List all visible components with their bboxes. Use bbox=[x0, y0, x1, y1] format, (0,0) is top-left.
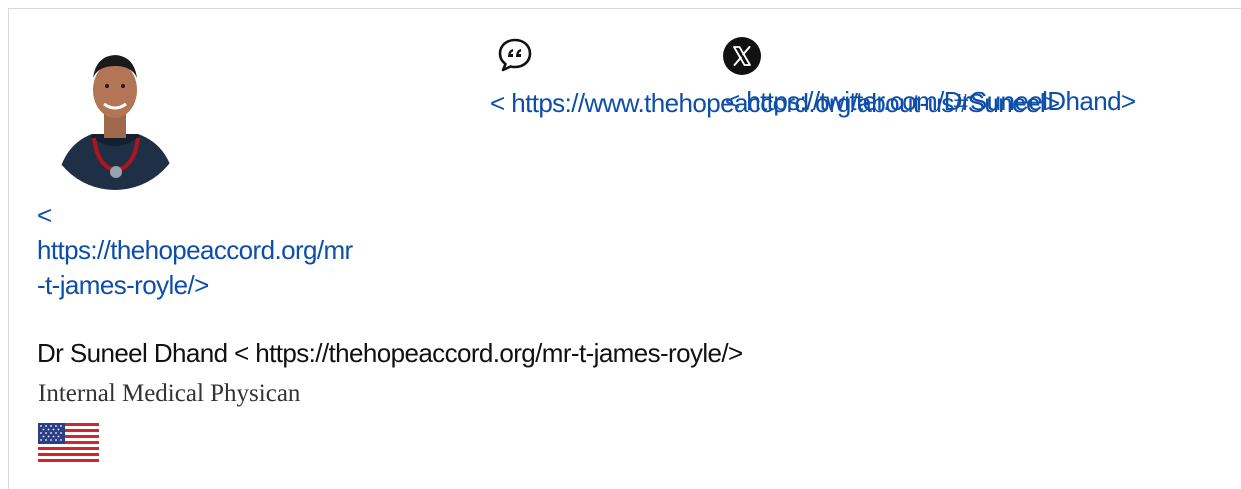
profile-link-line-3: -t-james-royle/> bbox=[37, 270, 209, 300]
speech-bubble-quote-icon[interactable] bbox=[497, 37, 533, 73]
usa-flag-icon bbox=[38, 423, 99, 462]
twitter-link[interactable]: < https://twitter.com/DrSuneelDhand> bbox=[725, 85, 1136, 117]
doctor-name-line[interactable]: Dr Suneel Dhand < https://thehopeaccord.… bbox=[37, 337, 743, 369]
doctor-role: Internal Medical Physican bbox=[38, 380, 301, 407]
doctor-name: Dr Suneel Dhand bbox=[37, 338, 228, 368]
profile-link[interactable]: < https://thehopeaccord.org/mr -t-james-… bbox=[37, 198, 437, 303]
x-logo-icon[interactable] bbox=[722, 36, 762, 76]
profile-link-line-1: < bbox=[37, 200, 52, 230]
doctor-name-link[interactable]: < https://thehopeaccord.org/mr-t-james-r… bbox=[234, 338, 743, 368]
profile-link-line-2: https://thehopeaccord.org/mr bbox=[37, 235, 353, 265]
avatar bbox=[46, 38, 184, 190]
